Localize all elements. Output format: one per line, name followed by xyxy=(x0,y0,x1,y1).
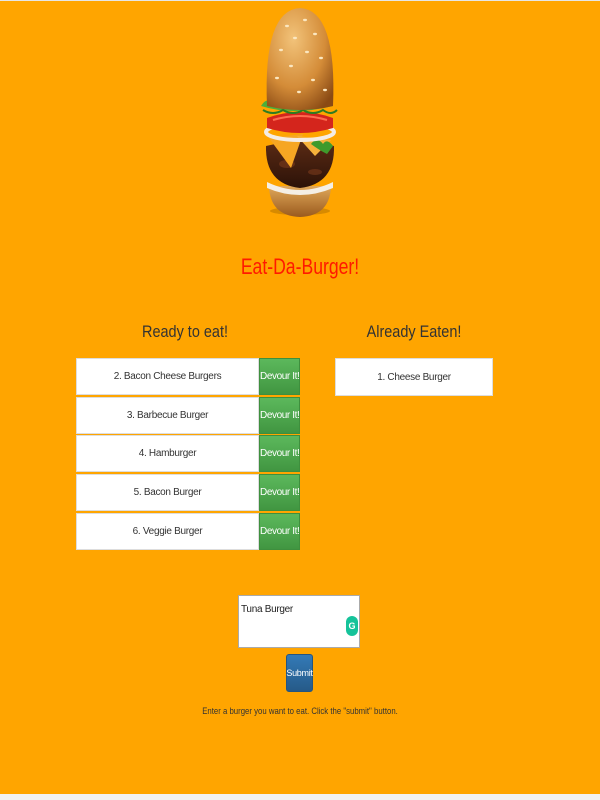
burger-icon xyxy=(261,8,338,217)
eaten-burger-list: 1. Cheese Burger xyxy=(335,358,493,396)
ready-burger-list: 2. Bacon Cheese Burgers Devour It! 3. Ba… xyxy=(76,358,301,551)
list-item: 6. Veggie Burger Devour It! xyxy=(76,512,301,550)
burger-input[interactable] xyxy=(238,595,360,648)
bottom-strip xyxy=(0,794,600,800)
burger-name: 4. Hamburger xyxy=(76,435,259,473)
grammarly-icon[interactable]: G xyxy=(346,616,358,636)
burger-name: 3. Barbecue Burger xyxy=(76,396,259,434)
list-item: 1. Cheese Burger xyxy=(335,358,493,396)
page-title: Eat-Da-Burger! xyxy=(240,254,360,279)
devour-button[interactable]: Devour It! xyxy=(259,512,301,550)
devour-button[interactable]: Devour It! xyxy=(259,474,301,512)
instructions-text: Enter a burger you want to eat. Click th… xyxy=(202,706,398,717)
devour-button[interactable]: Devour It! xyxy=(259,358,301,395)
list-item: 5. Bacon Burger Devour It! xyxy=(76,474,301,512)
already-eaten-heading: Already Eaten! xyxy=(366,322,462,341)
ready-to-eat-heading: Ready to eat! xyxy=(142,322,228,341)
devour-button[interactable]: Devour It! xyxy=(259,435,301,473)
list-item: 4. Hamburger Devour It! xyxy=(76,435,301,473)
burger-name: 5. Bacon Burger xyxy=(76,474,259,512)
burger-name: 6. Veggie Burger xyxy=(76,512,259,550)
burger-name: 2. Bacon Cheese Burgers xyxy=(76,358,259,395)
devour-button[interactable]: Devour It! xyxy=(259,396,301,434)
submit-button[interactable]: Submit xyxy=(286,654,313,692)
list-item: 3. Barbecue Burger Devour It! xyxy=(76,396,301,434)
list-item: 2. Bacon Cheese Burgers Devour It! xyxy=(76,358,301,395)
